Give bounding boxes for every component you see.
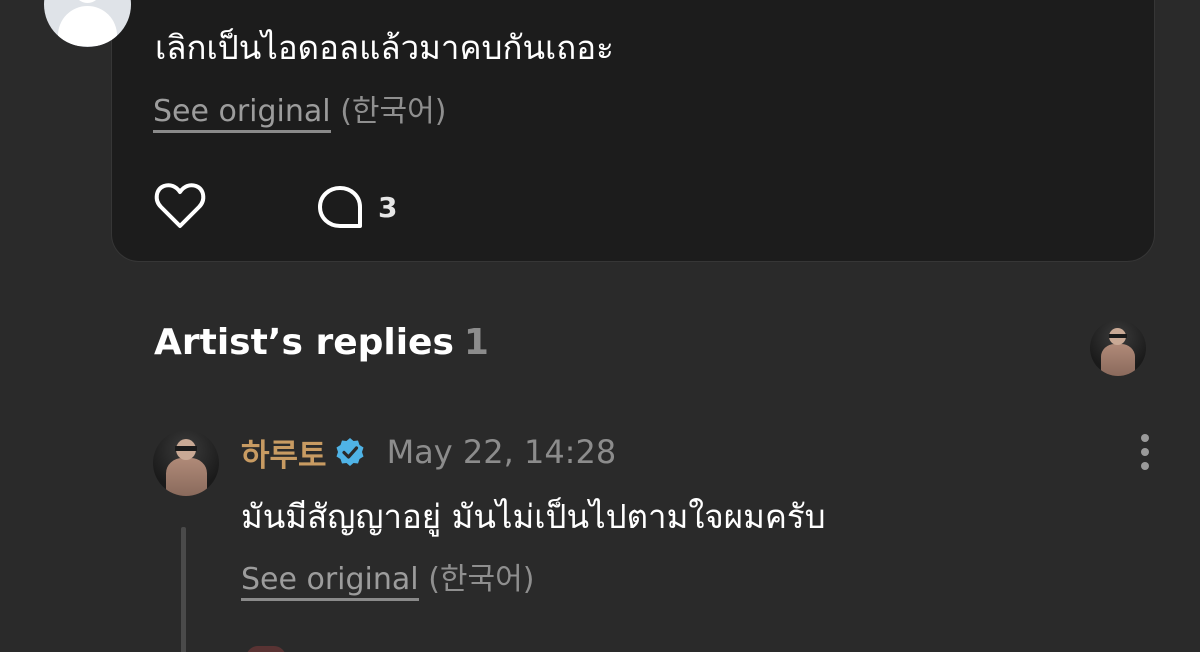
avatar-placeholder-body [58,6,117,46]
reply-author-name[interactable]: 하루토 [241,430,327,475]
reply-original-language: (한국어) [428,562,535,597]
avatar-censor-bar [1109,334,1127,338]
post-original-language: (한국어) [340,94,447,129]
reply-header: 하루토 May 22, 14:28 [241,430,616,474]
artist-replies-avatar[interactable] [1090,320,1146,376]
avatar-censor-bar [175,446,197,451]
comment-count: 3 [378,190,398,224]
reply-text: มันมีสัญญาอยู่ มันไม่เป็นไปตามใจผมครับ [241,497,826,536]
artist-replies-heading: Artist’s replies 1 [154,322,489,363]
comment-button[interactable]: 3 [316,182,397,232]
avatar-figure-body [1101,344,1135,376]
verified-badge-icon [336,438,364,466]
vertical-dots-icon [1141,434,1149,470]
next-reply-avatar-peek [246,646,286,652]
speech-bubble-icon [318,186,362,228]
reply-thread-line [181,527,186,652]
post-see-original-row: See original (한국어) [153,92,447,133]
reply-see-original-link[interactable]: See original [241,562,419,601]
heart-outline-icon [154,183,206,228]
artist-replies-count: 1 [463,322,489,363]
like-button[interactable] [153,181,207,231]
post-text: เลิกเป็นไอดอลแล้วมาคบกันเถอะ [155,28,614,67]
comment-thread-page: เลิกเป็นไอดอลแล้วมาคบกันเถอะ See origina… [0,0,1200,652]
post-see-original-link[interactable]: See original [153,94,331,133]
reply-timestamp: May 22, 14:28 [386,433,617,471]
more-options-button[interactable] [1132,432,1158,472]
artist-replies-title: Artist’s replies [154,322,454,363]
reply-author-avatar[interactable] [153,430,219,496]
avatar-figure-body [166,458,207,496]
avatar-placeholder-head [74,0,101,3]
reply-see-original-row: See original (한국어) [241,560,535,601]
